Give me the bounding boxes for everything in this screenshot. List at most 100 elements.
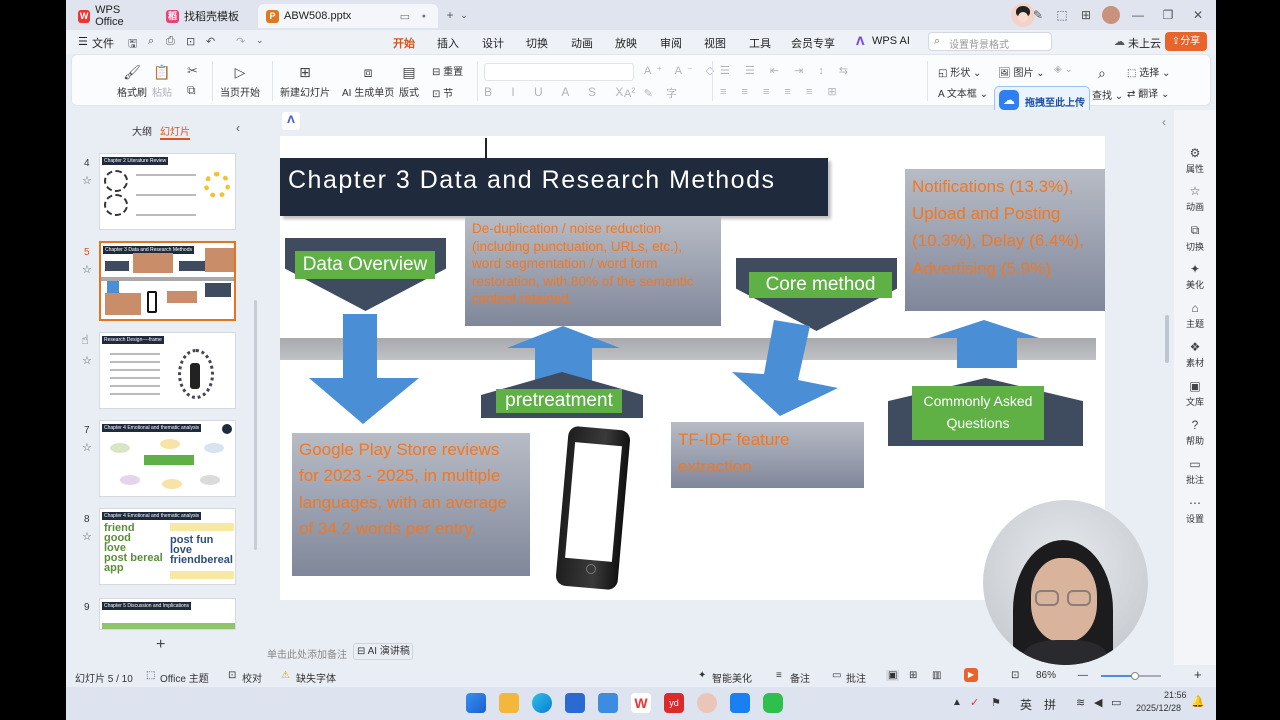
clock-time[interactable]: 21:56	[1164, 690, 1187, 700]
layout-button[interactable]: ▤ 版式	[399, 63, 419, 99]
menu-transition[interactable]: 切换	[526, 35, 548, 51]
fit-icon[interactable]: ⊡	[1011, 670, 1019, 681]
picture-button[interactable]: 🖼 图片 ⌄	[998, 64, 1045, 79]
textbox-button[interactable]: A 文本框 ⌄	[938, 85, 988, 100]
slide-thumbnail-6[interactable]: Research Design----frame	[99, 332, 236, 409]
zoom-out-icon[interactable]: —	[1078, 670, 1088, 681]
restore-icon[interactable]: ❐	[1160, 7, 1176, 23]
close-icon[interactable]: ✕	[1190, 7, 1206, 23]
preview-icon[interactable]: ⊡	[186, 35, 195, 48]
format-painter-button[interactable]: 🖌 格式刷	[117, 63, 147, 99]
tab-docer[interactable]: 稻 找稻壳模板	[158, 4, 250, 28]
google-play-box[interactable]: Google Play Store reviews for 2023 - 202…	[292, 433, 530, 576]
export-icon[interactable]: ⌕	[148, 35, 154, 48]
redo-icon[interactable]: ↷	[236, 35, 245, 48]
edge-icon[interactable]	[532, 693, 552, 713]
clock-date[interactable]: 2025/12/28	[1136, 703, 1181, 713]
ai-assistant-icon[interactable]: ᐱ	[282, 112, 300, 130]
library-button[interactable]: ▣ 文库	[1174, 379, 1216, 408]
shape-button[interactable]: ◱ 形状 ⌄	[938, 64, 981, 79]
canvas-scrollbar[interactable]	[1165, 315, 1169, 363]
align-buttons[interactable]: ≡ ≡ ≡ ≡ ≡ ⊞	[720, 85, 843, 98]
notes-button[interactable]: 备注	[790, 670, 810, 685]
box-icon[interactable]: ⬚	[1054, 7, 1070, 23]
battery-icon[interactable]: ▭	[1111, 696, 1121, 709]
panel-scrollbar[interactable]	[254, 300, 257, 550]
font-color-buttons[interactable]: A ✎ 字	[624, 85, 682, 101]
proof-button[interactable]: 校对	[242, 670, 262, 685]
data-overview-label[interactable]: Data Overview	[295, 251, 435, 279]
star-icon[interactable]: ☆	[82, 174, 92, 187]
print-icon[interactable]: ⎙	[166, 35, 175, 48]
list-buttons[interactable]: ☰ ☰ ⇤ ⇥ ↕ ⇆	[720, 64, 854, 77]
font-name-select[interactable]	[484, 63, 634, 81]
menu-tools[interactable]: 工具	[749, 35, 771, 51]
tab-slides[interactable]: 幻灯片	[160, 123, 190, 140]
theme-name[interactable]: Office 主题	[160, 670, 209, 685]
menu-view[interactable]: 视图	[704, 35, 726, 51]
comment-status-button[interactable]: 批注	[846, 670, 866, 685]
cloud-status[interactable]: 未上云	[1128, 35, 1161, 51]
slide-thumbnail-7[interactable]: Chapter 4 Emotional and thematic analysi…	[99, 420, 236, 497]
wechat-icon[interactable]	[763, 693, 783, 713]
menu-file[interactable]: 文件	[92, 35, 114, 51]
menu-animation[interactable]: 动画	[571, 35, 593, 51]
cut-icon[interactable]: ✂	[187, 63, 198, 79]
paste-button[interactable]: 📋 粘贴	[152, 63, 172, 99]
beautify-button[interactable]: ✦ 美化	[1174, 262, 1216, 291]
skin-icon[interactable]: ✎	[1030, 7, 1046, 23]
menu-review[interactable]: 审阅	[660, 35, 682, 51]
notifications-box[interactable]: Notifications (13.3%), Upload and Postin…	[905, 169, 1105, 311]
menu-member[interactable]: 会员专享	[791, 35, 835, 51]
copy-icon[interactable]: ⧉	[187, 83, 196, 98]
grid-view-icon[interactable]: ⊞	[909, 670, 917, 681]
menu-slideshow[interactable]: 放映	[615, 35, 637, 51]
new-slide-button[interactable]: ⊞ 新建幻灯片	[280, 63, 330, 99]
tray-app-icon[interactable]: ✓	[970, 696, 979, 709]
fill-button[interactable]: ◈ ⌄	[1054, 64, 1073, 75]
app-icon[interactable]	[598, 693, 618, 713]
ai-speech-button[interactable]: ⊟ AI 演讲稿	[353, 643, 413, 660]
slide-thumbnail-4[interactable]: Chapter 2 Literature Review	[99, 153, 236, 230]
search-box[interactable]: ⌕ 设置背景格式	[928, 32, 1052, 51]
star-icon[interactable]: ☆	[82, 441, 92, 454]
slideshow-play-icon[interactable]: ▶	[964, 668, 978, 682]
collapse-panel-icon[interactable]: ‹	[236, 121, 240, 135]
slide-title[interactable]: Chapter 3 Data and Research Methods	[280, 158, 828, 216]
wifi-icon[interactable]: ≋	[1076, 696, 1085, 709]
menu-insert[interactable]: 插入	[437, 35, 459, 51]
slide-thumbnail-9[interactable]: Chapter 5 Discussion and Implications	[99, 598, 236, 630]
settings-button[interactable]: ⋯ 设置	[1174, 496, 1216, 525]
section-button[interactable]: ⊡ 节	[432, 85, 453, 100]
user-avatar[interactable]	[1102, 6, 1120, 24]
save-icon[interactable]: 🖫	[128, 35, 137, 54]
property-button[interactable]: ⚙ 属性	[1174, 146, 1216, 175]
core-method-label[interactable]: Core method	[749, 272, 892, 298]
tab-wps-office[interactable]: W WPS Office	[70, 4, 156, 28]
feishu-icon[interactable]	[730, 693, 750, 713]
menu-icon[interactable]: ☰	[78, 35, 88, 48]
zoom-in-icon[interactable]: +	[1194, 667, 1202, 682]
menu-design[interactable]: 设计	[482, 35, 504, 51]
menu-wps-ai[interactable]: WPS AI	[872, 35, 910, 47]
notes-placeholder[interactable]: 单击此处添加备注	[267, 646, 347, 661]
minimize-icon[interactable]: —	[1130, 7, 1146, 23]
missing-font-button[interactable]: 缺失字体	[296, 670, 336, 685]
chevron-down-icon[interactable]: ⌄	[456, 7, 472, 23]
windows-start-icon[interactable]	[466, 693, 486, 713]
font-size-buttons[interactable]: A⁺ A⁻ ◇	[644, 64, 719, 77]
dedup-box[interactable]: De-duplication / noise reduction (includ…	[465, 216, 721, 326]
translate-button[interactable]: ⇄ 翻译 ⌄	[1127, 85, 1169, 100]
file-explorer-icon[interactable]	[499, 693, 519, 713]
material-button[interactable]: ❖ 素材	[1174, 340, 1216, 369]
tab-outline[interactable]: 大纲	[132, 123, 152, 138]
menu-home[interactable]: 开始	[393, 35, 415, 56]
theme-button[interactable]: ⌂ 主题	[1174, 301, 1216, 330]
collapse-right-icon[interactable]: ‹	[1162, 115, 1166, 129]
font-style-buttons[interactable]: B I U A S X²	[484, 85, 643, 99]
find-zoom-button[interactable]: ⌕	[1098, 65, 1106, 82]
star-icon[interactable]: ☆	[82, 263, 92, 276]
phone-image[interactable]	[555, 424, 631, 592]
ime-mode[interactable]: 拼	[1044, 696, 1056, 713]
tfidf-box[interactable]: TF-IDF feature extraction	[671, 422, 864, 488]
